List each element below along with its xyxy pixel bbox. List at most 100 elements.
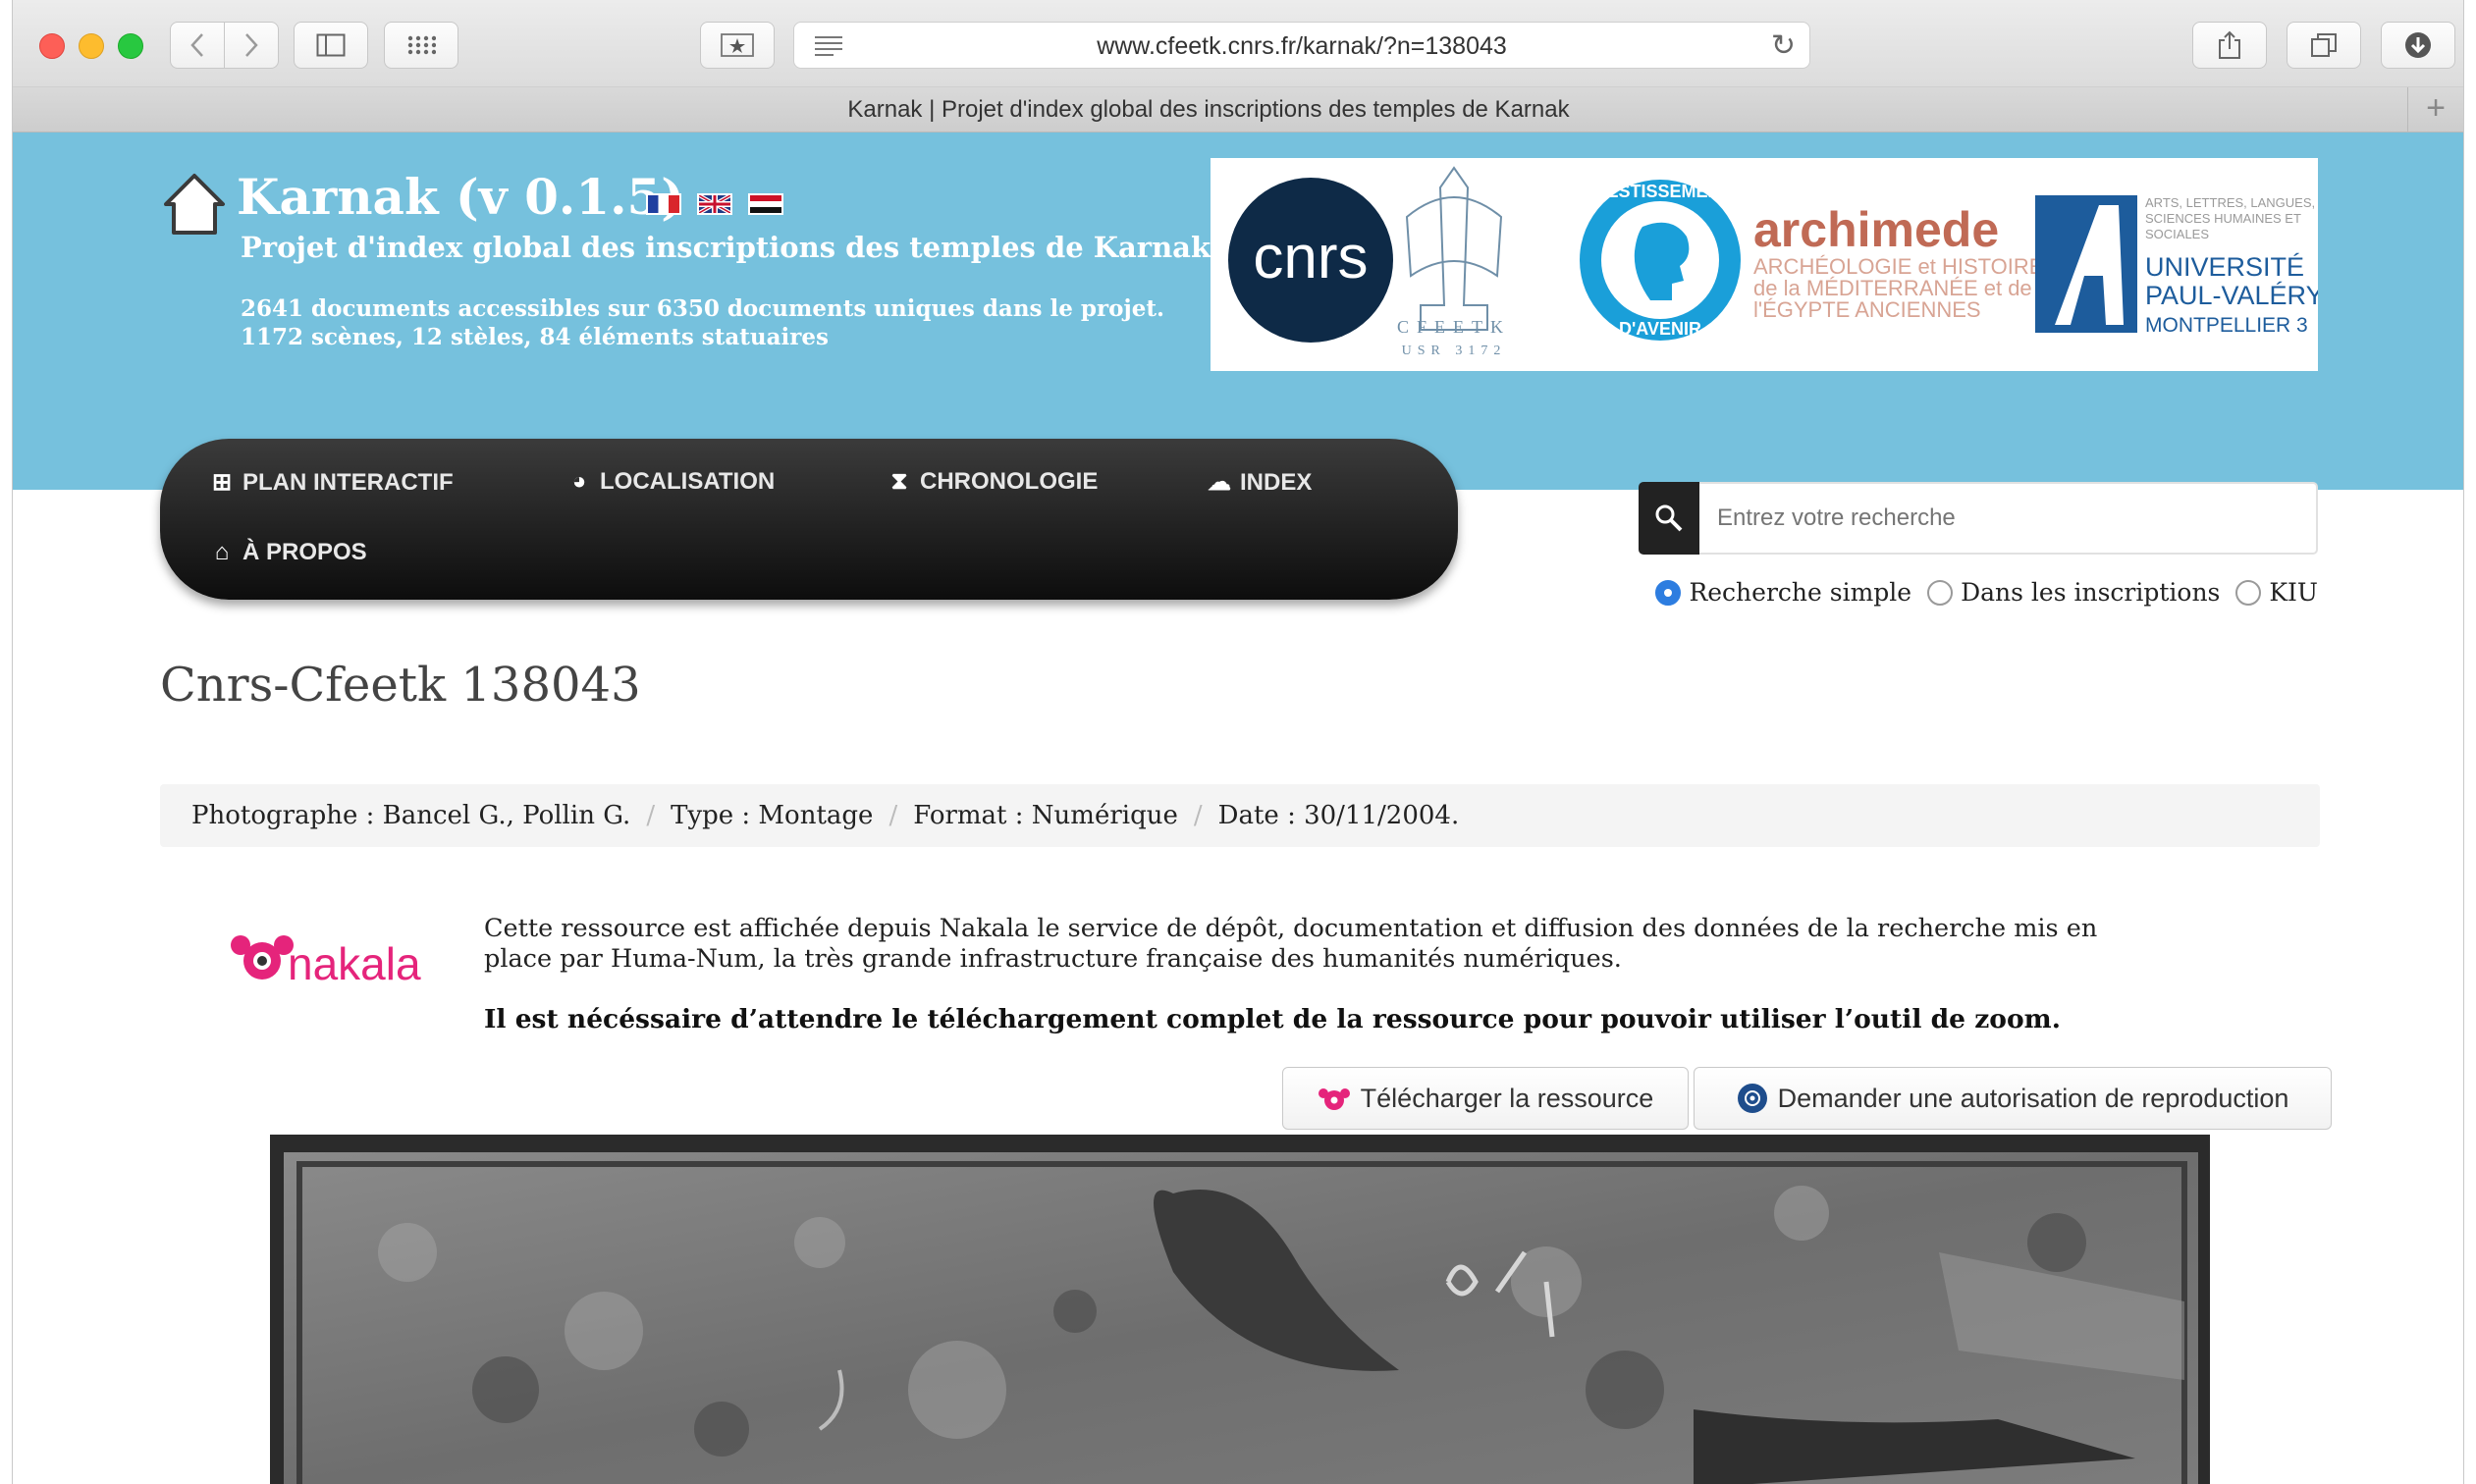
separator: / — [888, 801, 898, 830]
hourglass-icon: ⧗ — [890, 468, 908, 495]
globe-icon: ◕ — [571, 468, 587, 495]
home-icon[interactable] — [162, 172, 227, 237]
new-tab-button[interactable]: + — [2407, 87, 2463, 132]
nakala-description: Cette ressource est affichée depuis Naka… — [484, 914, 2098, 974]
radio-recherche-simple-label: Recherche simple — [1689, 578, 1912, 607]
tab-bar: Karnak | Projet d'index global des inscr… — [13, 87, 2463, 132]
resource-image[interactable] — [270, 1135, 2210, 1484]
cnrs-logo[interactable]: cnrs — [1228, 178, 1393, 343]
request-reproduction-label: Demander une autorisation de reproductio… — [1777, 1083, 2289, 1113]
nav-localisation[interactable]: ◕ LOCALISATION — [566, 468, 775, 496]
chevron-right-icon — [245, 33, 258, 57]
radio-dans-inscriptions-label: Dans les inscriptions — [1961, 578, 2221, 607]
address-bar[interactable]: www.cfeetk.cnrs.fr/karnak/?n=138043 ↻ — [793, 22, 1810, 69]
relief-photo-graphic — [270, 1135, 2210, 1484]
back-button[interactable] — [170, 22, 225, 69]
browser-window: www.cfeetk.cnrs.fr/karnak/?n=138043 ↻ Ka… — [13, 0, 2463, 1484]
upv-line3: MONTPELLIER 3 — [2145, 314, 2308, 337]
cloud-icon: ☁ — [1208, 469, 1231, 496]
downloads-button[interactable] — [2381, 22, 2455, 69]
radio-dans-inscriptions[interactable]: Dans les inscriptions — [1927, 578, 2220, 607]
browser-toolbar: www.cfeetk.cnrs.fr/karnak/?n=138043 ↻ — [13, 0, 2463, 87]
search-input[interactable] — [1699, 482, 2318, 555]
search-button[interactable] — [1639, 482, 1699, 555]
tab-active[interactable]: Karnak | Projet d'index global des inscr… — [13, 96, 2404, 124]
meta-type: Type : Montage — [671, 801, 874, 830]
separator: / — [646, 801, 656, 830]
nav-apropos-label: À PROPOS — [242, 539, 367, 565]
home-small-icon: ⌂ — [214, 539, 230, 565]
download-icon — [2405, 32, 2431, 58]
radio-checked-icon[interactable] — [1655, 579, 1682, 606]
close-window-button[interactable] — [39, 33, 65, 59]
request-reproduction-button[interactable]: Demander une autorisation de reproductio… — [1694, 1067, 2332, 1130]
partner-logos: cnrs CFEETK USR 3172 INVESTISSEMENTS D'A… — [1211, 158, 2324, 371]
site-title[interactable]: Karnak (v 0.1.5) — [237, 168, 684, 226]
share-button[interactable] — [2192, 22, 2267, 69]
nav-index[interactable]: ☁ INDEX — [1207, 468, 1312, 497]
reload-icon[interactable]: ↻ — [1771, 28, 1796, 63]
nav-index-label: INDEX — [1240, 468, 1313, 496]
nav-chronologie[interactable]: ⧗ CHRONOLOGIE — [887, 468, 1099, 496]
download-resource-button[interactable]: Télécharger la ressource — [1282, 1067, 1689, 1130]
grid-icon — [407, 35, 436, 55]
meta-date: Date : 30/11/2004. — [1217, 801, 1460, 830]
url-text[interactable]: www.cfeetk.cnrs.fr/karnak/?n=138043 — [794, 32, 1809, 61]
document-metadata-bar: Photographe : Bancel G., Pollin G. / Typ… — [160, 784, 2320, 847]
nakala-logo[interactable]: nakala — [229, 926, 435, 984]
bookmark-button[interactable] — [700, 22, 775, 69]
radio-kiu[interactable]: KIU — [2235, 578, 2318, 607]
universite-paul-valery-logo[interactable]: ARTS, LETTRES, LANGUES, SCIENCES HUMAINE… — [2035, 195, 2324, 337]
nakala-logo-text: nakala — [288, 938, 421, 984]
chevron-left-icon — [190, 33, 203, 57]
archimede-logo[interactable]: archimede ARCHÉOLOGIE et HISTOIRE de la … — [1753, 202, 2043, 322]
minimize-window-button[interactable] — [79, 33, 104, 59]
stats-elements: 1172 scènes, 12 stèles, 84 éléments stat… — [241, 324, 829, 350]
meta-format: Format : Numérique — [913, 801, 1178, 830]
download-resource-label: Télécharger la ressource — [1360, 1083, 1654, 1113]
page-content: Karnak (v 0.1.5) Projet d'index global d… — [13, 132, 2463, 1484]
upv-small1: ARTS, LETTRES, LANGUES, — [2145, 195, 2315, 210]
nav-a-propos[interactable]: ⌂ À PROPOS — [209, 539, 367, 566]
authorization-icon — [1737, 1084, 1767, 1113]
site-stats: 2641 documents accessibles sur 6350 docu… — [241, 294, 1164, 351]
upv-line2: PAUL-VALÉRY — [2145, 281, 2318, 310]
radio-kiu-label: KIU — [2269, 578, 2318, 607]
cnrs-logo-text: cnrs — [1253, 224, 1368, 292]
nav-plan-interactif[interactable]: ⊞ PLAN INTERACTIF — [209, 468, 454, 497]
map-icon: ⊞ — [211, 469, 233, 496]
uk-flag-icon[interactable] — [697, 193, 732, 215]
meta-photographe: Photographe : Bancel G., Pollin G. — [191, 801, 631, 830]
upv-line1: UNIVERSITÉ — [2145, 252, 2304, 282]
nav-localisation-label: LOCALISATION — [600, 468, 776, 495]
radio-unchecked-icon[interactable] — [2235, 579, 2262, 606]
radio-unchecked-icon[interactable] — [1927, 579, 1954, 606]
archimede-text: archimede — [1753, 202, 1999, 257]
invest-top-text: INVESTISSEMENTS — [1577, 182, 1743, 201]
star-icon — [721, 33, 754, 57]
fr-flag-icon[interactable] — [646, 193, 681, 215]
zoom-warning: Il est nécéssaire d’attendre le téléchar… — [484, 1004, 2061, 1034]
separator: / — [1193, 801, 1203, 830]
eg-flag-icon[interactable] — [748, 193, 783, 215]
top-sites-button[interactable] — [384, 22, 458, 69]
archimede-sub3: l'ÉGYPTE ANCIENNES — [1753, 297, 1981, 322]
stats-documents: 2641 documents accessibles sur 6350 docu… — [241, 295, 1165, 322]
site-banner: Karnak (v 0.1.5) Projet d'index global d… — [13, 132, 2463, 490]
investissements-avenir-logo[interactable]: INVESTISSEMENTS D'AVENIR — [1577, 180, 1744, 341]
radio-recherche-simple[interactable]: Recherche simple — [1655, 578, 1911, 607]
search-icon — [1655, 504, 1683, 532]
zoom-window-button[interactable] — [118, 33, 143, 59]
invest-bottom-text: D'AVENIR — [1619, 319, 1701, 339]
main-navigation: ⊞ PLAN INTERACTIF ◕ LOCALISATION ⧗ CHRON… — [160, 439, 1458, 600]
nakala-small-icon — [1318, 1088, 1350, 1110]
cfeetk-logo[interactable]: CFEETK USR 3172 — [1397, 166, 1511, 358]
nav-chronologie-label: CHRONOLOGIE — [920, 468, 1099, 495]
share-icon — [2219, 30, 2240, 59]
tabs-overview-button[interactable] — [2287, 22, 2361, 69]
upv-small2: SCIENCES HUMAINES ET — [2145, 211, 2301, 226]
sidebar-toggle-button[interactable] — [294, 22, 368, 69]
site-subtitle: Projet d'index global des inscriptions d… — [241, 231, 1211, 264]
forward-button[interactable] — [224, 22, 279, 69]
tabs-icon — [2311, 33, 2337, 57]
